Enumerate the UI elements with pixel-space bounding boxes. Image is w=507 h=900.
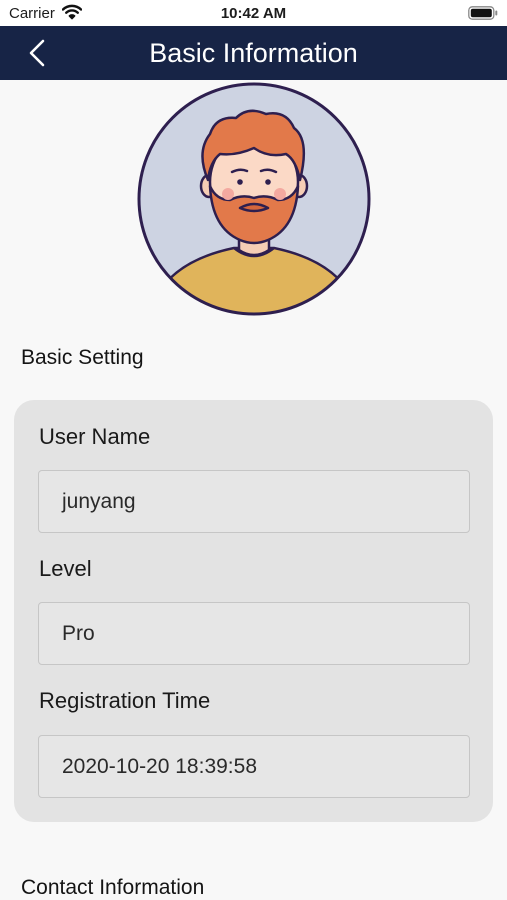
level-label: Level (39, 556, 92, 581)
level-field[interactable]: Pro (38, 602, 470, 665)
status-bar: Carrier 10:42 AM (0, 0, 507, 26)
user-name-label: User Name (39, 424, 151, 449)
user-name-value: junyang (62, 490, 136, 513)
page-title: Basic Information (149, 38, 358, 68)
basic-setting-card: User Name junyang Level Pro Registration… (14, 400, 493, 822)
status-time: 10:42 AM (220, 5, 287, 22)
avatar[interactable] (136, 82, 372, 316)
section-title-contact-information: Contact Information (21, 876, 205, 899)
registration-time-value: 2020-10-20 18:39:58 (62, 755, 257, 778)
navigation-bar: Basic Information (0, 26, 507, 80)
registration-time-field[interactable]: 2020-10-20 18:39:58 (38, 735, 470, 798)
level-value: Pro (62, 622, 95, 645)
section-title-basic-setting: Basic Setting (21, 346, 144, 369)
registration-time-label: Registration Time (39, 688, 211, 713)
user-name-field[interactable]: junyang (38, 470, 470, 533)
battery-icon (468, 6, 498, 24)
